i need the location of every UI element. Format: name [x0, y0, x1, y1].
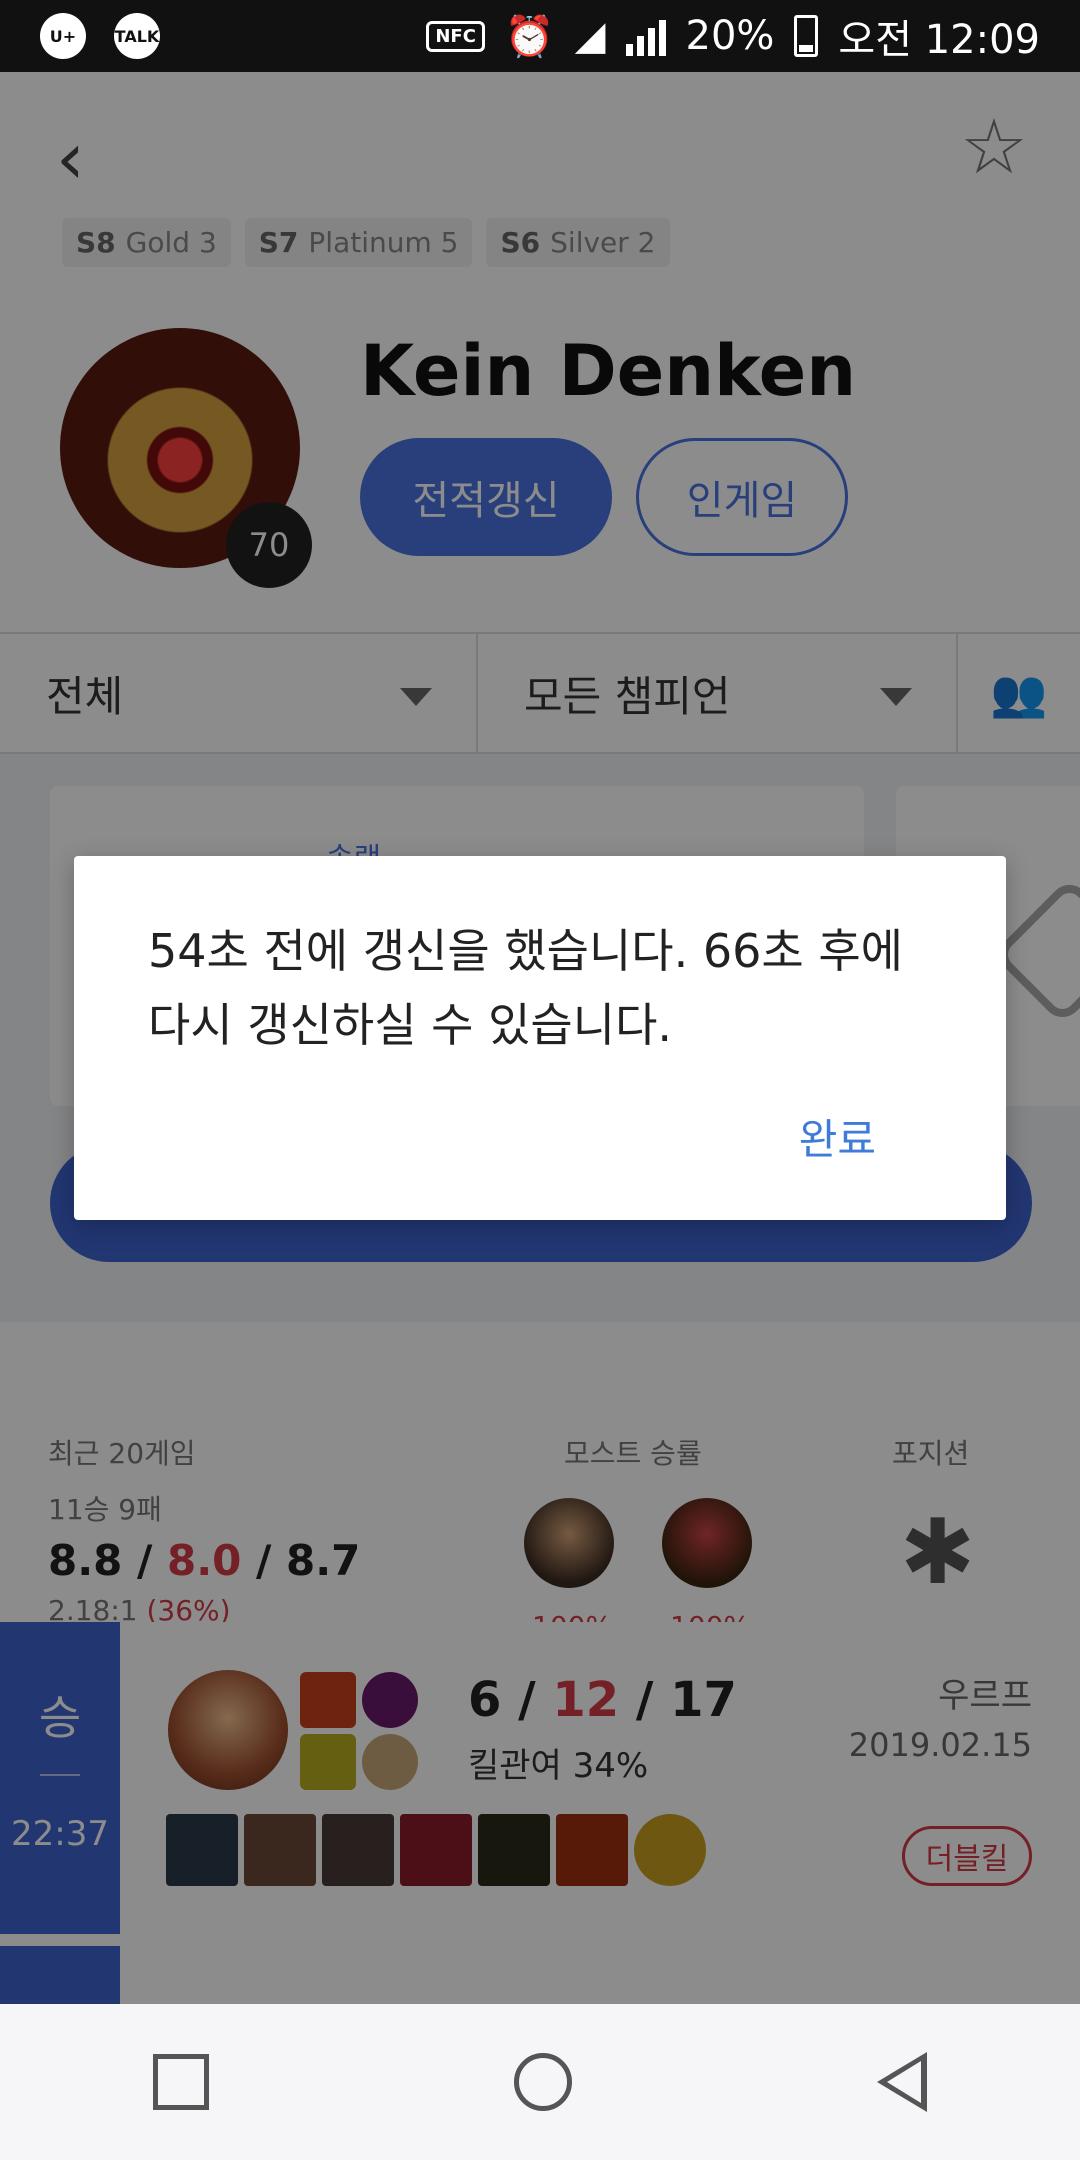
nfc-icon: NFC [426, 20, 485, 52]
dialog-message-line: 54초 전에 갱신을 했습니다. 66초 후에 [148, 924, 903, 978]
battery-percent: 20% [685, 13, 775, 59]
battery-icon [794, 15, 819, 57]
back-icon[interactable] [877, 2052, 928, 2112]
home-icon[interactable] [513, 2053, 572, 2111]
recents-icon[interactable] [152, 2054, 209, 2110]
wifi-icon: ◢ [574, 13, 606, 59]
dialog-message: 54초 전에 갱신을 했습니다. 66초 후에 다시 갱신하실 수 있습니다. [148, 914, 946, 1062]
uplus-icon: U+ [40, 13, 86, 59]
alarm-icon: ⏰ [504, 13, 555, 60]
kakaotalk-icon: TALK [114, 13, 160, 59]
dialog-message-line: 다시 갱신하실 수 있습니다. [148, 998, 673, 1052]
confirm-button[interactable]: 완료 [799, 1106, 876, 1167]
system-navigation-bar [0, 2004, 1080, 2160]
refresh-cooldown-dialog: 54초 전에 갱신을 했습니다. 66초 후에 다시 갱신하실 수 있습니다. … [74, 856, 1006, 1220]
status-bar: U+ TALK NFC ⏰ ◢ 20% 오전 12:09 [0, 0, 1080, 72]
signal-icon [625, 16, 666, 56]
clock: 오전 12:09 [838, 17, 1040, 63]
